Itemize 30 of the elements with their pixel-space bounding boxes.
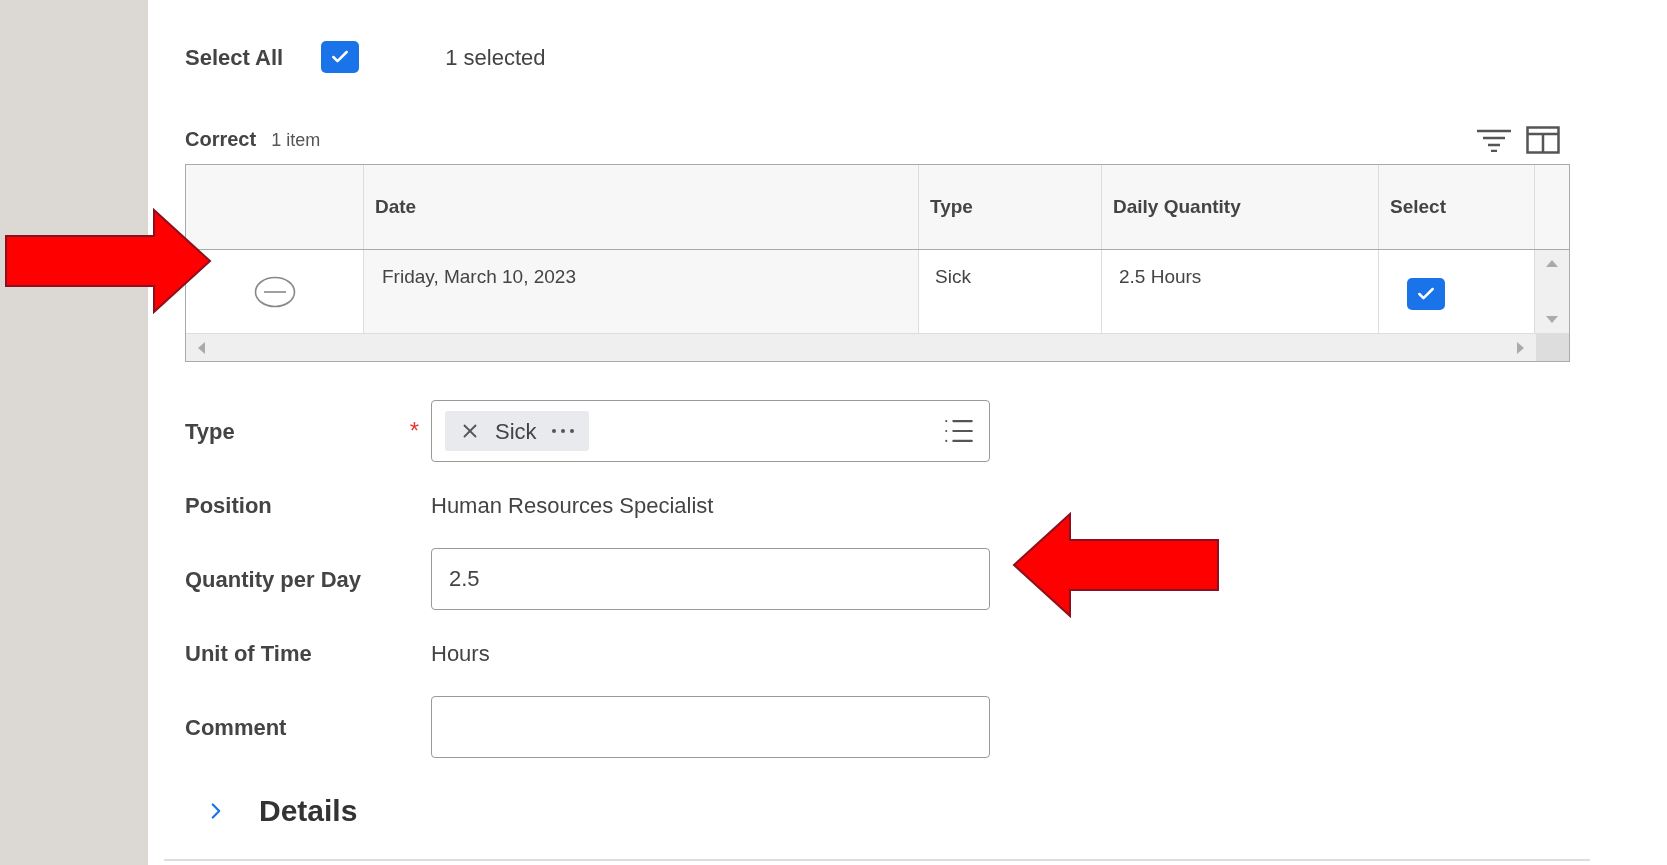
field-value: Human Resources Specialist [431,491,714,520]
field-label: Type [185,417,235,446]
remove-row-icon[interactable] [253,275,296,308]
table-cell: 2.5 Hours [1119,266,1202,287]
input-field[interactable] [431,696,990,758]
select-all-label: Select All [185,43,284,72]
item-count: 1 item [271,129,321,152]
select-all-checkbox[interactable] [321,41,360,73]
input-field[interactable]: 2.5 [431,548,990,610]
table-cell: Friday, March 10, 2023 [382,266,576,287]
more-icon[interactable] [550,428,575,434]
selected-chip: Sick [445,411,589,451]
columns-icon[interactable] [1526,126,1560,154]
field-value: Hours [431,639,490,668]
column-header: Type [930,194,973,219]
field-label: Comment [185,713,287,742]
filter-icon[interactable] [1476,128,1512,152]
table-cell: Sick [935,266,971,287]
required-mark: * [409,416,419,446]
field-label: Unit of Time [185,639,312,668]
column-header: Daily Quantity [1113,194,1241,219]
table-title: Correct [185,127,257,152]
row-select-checkbox[interactable] [1407,278,1445,310]
column-header: Select [1390,194,1446,219]
type-select-field[interactable]: Sick [431,400,990,462]
details-heading[interactable]: Details [259,788,358,833]
column-header: Date [375,194,417,219]
field-label: Quantity per Day [185,565,362,594]
field-label: Position [185,491,272,520]
selected-count: 1 selected [445,43,546,72]
